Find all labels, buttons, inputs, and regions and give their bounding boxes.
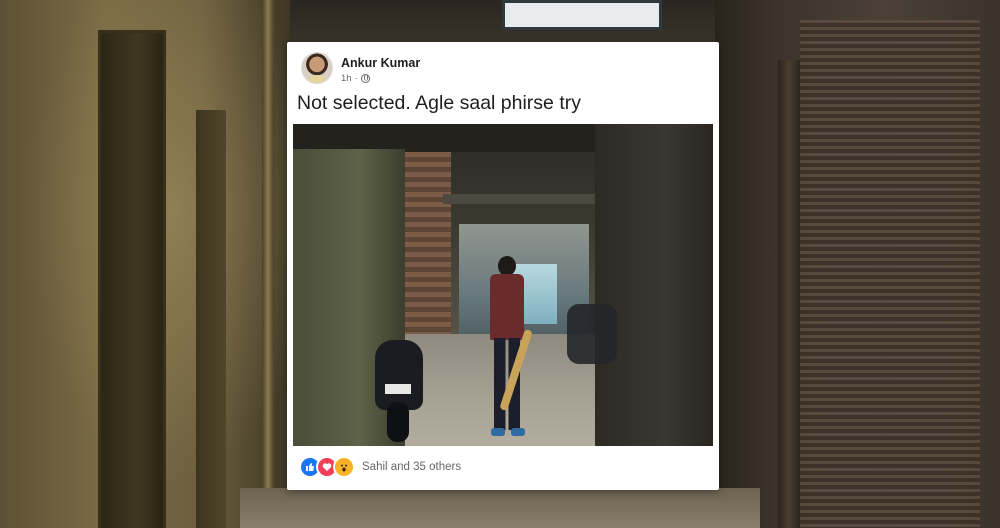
person-shoe-right: [511, 428, 525, 436]
scooter-wheel: [387, 402, 409, 442]
scooter-body: [375, 340, 423, 410]
person-shoe-left: [491, 428, 505, 436]
photo-parked-bikes: [567, 304, 617, 364]
avatar-shirt: [308, 75, 326, 83]
drain-pipe: [262, 0, 274, 528]
post-text: Not selected. Agle saal phirse try: [297, 92, 581, 114]
photo-beam: [443, 194, 603, 204]
photo-scooter: [361, 320, 437, 444]
meta-separator: ·: [354, 73, 358, 84]
shutter-frame: [778, 60, 800, 528]
photo-right-wall: [595, 124, 713, 446]
globe-icon[interactable]: [360, 74, 370, 83]
wow-icon[interactable]: [333, 456, 355, 478]
alley-ground: [240, 488, 760, 528]
reaction-summary[interactable]: Sahil and 35 others: [362, 461, 461, 473]
person-head: [498, 256, 516, 276]
post-photo[interactable]: [293, 124, 713, 446]
scooter-plate: [385, 384, 411, 394]
post-meta: 1h ·: [341, 73, 370, 84]
left-doorway: [98, 30, 166, 528]
left-door-second: [196, 110, 226, 528]
author-avatar[interactable]: [301, 52, 333, 84]
reactions-bar[interactable]: Sahil and 35 others: [299, 456, 461, 478]
person-torso: [490, 274, 524, 340]
overhead-sign: [502, 0, 662, 30]
author-name[interactable]: Ankur Kumar: [341, 56, 420, 70]
post-header: Ankur Kumar 1h ·: [301, 50, 705, 88]
rolling-shutter: [800, 20, 980, 528]
post-time[interactable]: 1h: [341, 73, 352, 84]
post-card: Ankur Kumar 1h · Not selected. Agle saal…: [287, 42, 719, 490]
